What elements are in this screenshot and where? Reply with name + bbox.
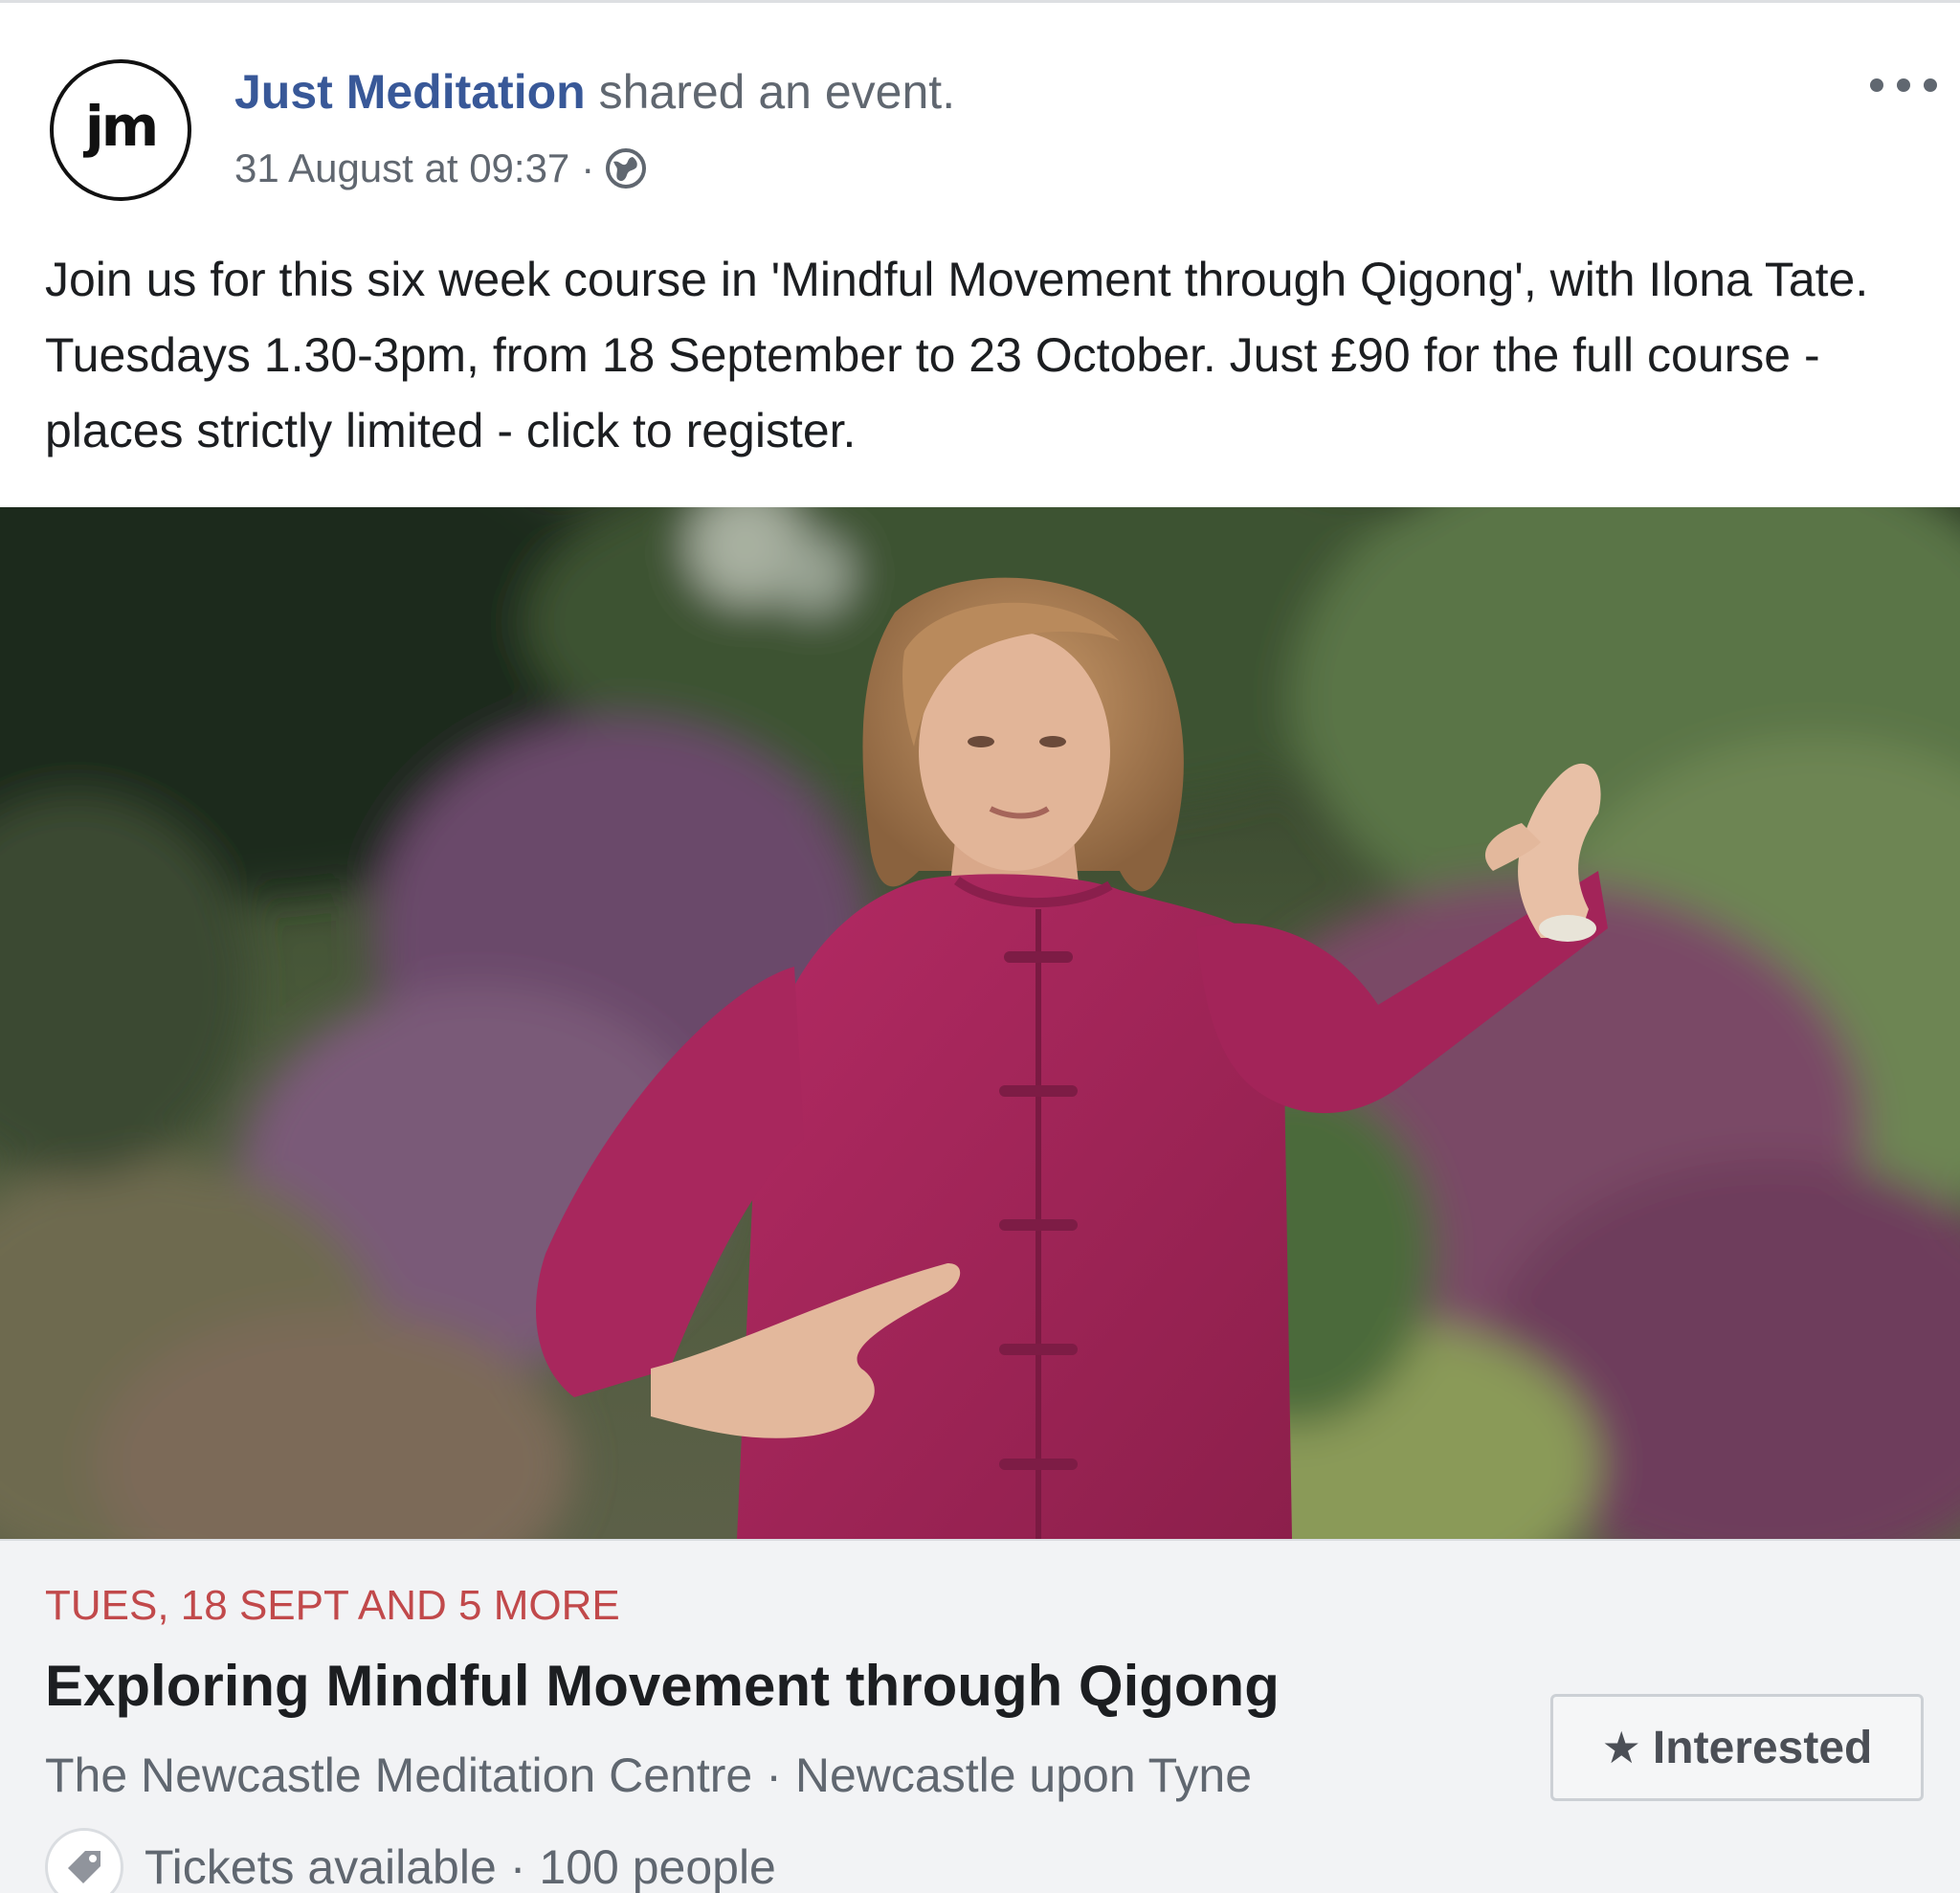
post-message: Join us for this six week course in 'Min… bbox=[45, 253, 1869, 457]
event-title[interactable]: Exploring Mindful Movement through Qigon… bbox=[45, 1652, 1280, 1721]
meta-separator: · bbox=[581, 145, 595, 190]
globe-icon[interactable] bbox=[604, 146, 648, 190]
interested-label: Interested bbox=[1652, 1722, 1873, 1773]
tickets-status[interactable]: Tickets available bbox=[145, 1838, 497, 1893]
page-avatar[interactable]: jm bbox=[50, 59, 191, 201]
more-options-icon[interactable] bbox=[1870, 71, 1937, 100]
post-timestamp[interactable]: 31 August at 09:37 bbox=[234, 144, 569, 193]
people-count[interactable]: 100 people bbox=[539, 1838, 775, 1893]
post-meta: 31 August at 09:37 · bbox=[234, 144, 648, 193]
post-action-text: shared an event. bbox=[598, 65, 956, 119]
event-card[interactable]: TUES, 18 SEPT AND 5 MORE Exploring Mindf… bbox=[0, 1539, 1960, 1893]
event-location: The Newcastle Meditation Centre · Newcastl… bbox=[45, 1747, 1252, 1804]
more-dot bbox=[1924, 78, 1937, 92]
avatar-logo-text: jm bbox=[84, 94, 159, 159]
event-date: TUES, 18 SEPT AND 5 MORE bbox=[45, 1582, 620, 1629]
ticket-icon bbox=[45, 1828, 123, 1893]
interested-button[interactable]: ★ Interested bbox=[1550, 1694, 1924, 1801]
event-city: Newcastle upon Tyne bbox=[794, 1748, 1253, 1802]
more-dot bbox=[1897, 78, 1910, 92]
more-dot bbox=[1870, 78, 1883, 92]
star-icon: ★ bbox=[1601, 1723, 1641, 1772]
feed-post: jm Just Meditation shared an event. 31 A… bbox=[0, 0, 1960, 1893]
tickets-row: Tickets available · 100 people bbox=[45, 1828, 776, 1893]
tickets-separator: · bbox=[509, 1840, 526, 1893]
page-name-link[interactable]: Just Meditation bbox=[234, 65, 586, 119]
location-separator: · bbox=[766, 1748, 782, 1802]
event-venue[interactable]: The Newcastle Meditation Centre bbox=[45, 1748, 752, 1802]
post-header: Just Meditation shared an event. bbox=[234, 63, 955, 121]
event-cover-photo[interactable] bbox=[0, 507, 1960, 1539]
top-divider bbox=[0, 0, 1960, 3]
